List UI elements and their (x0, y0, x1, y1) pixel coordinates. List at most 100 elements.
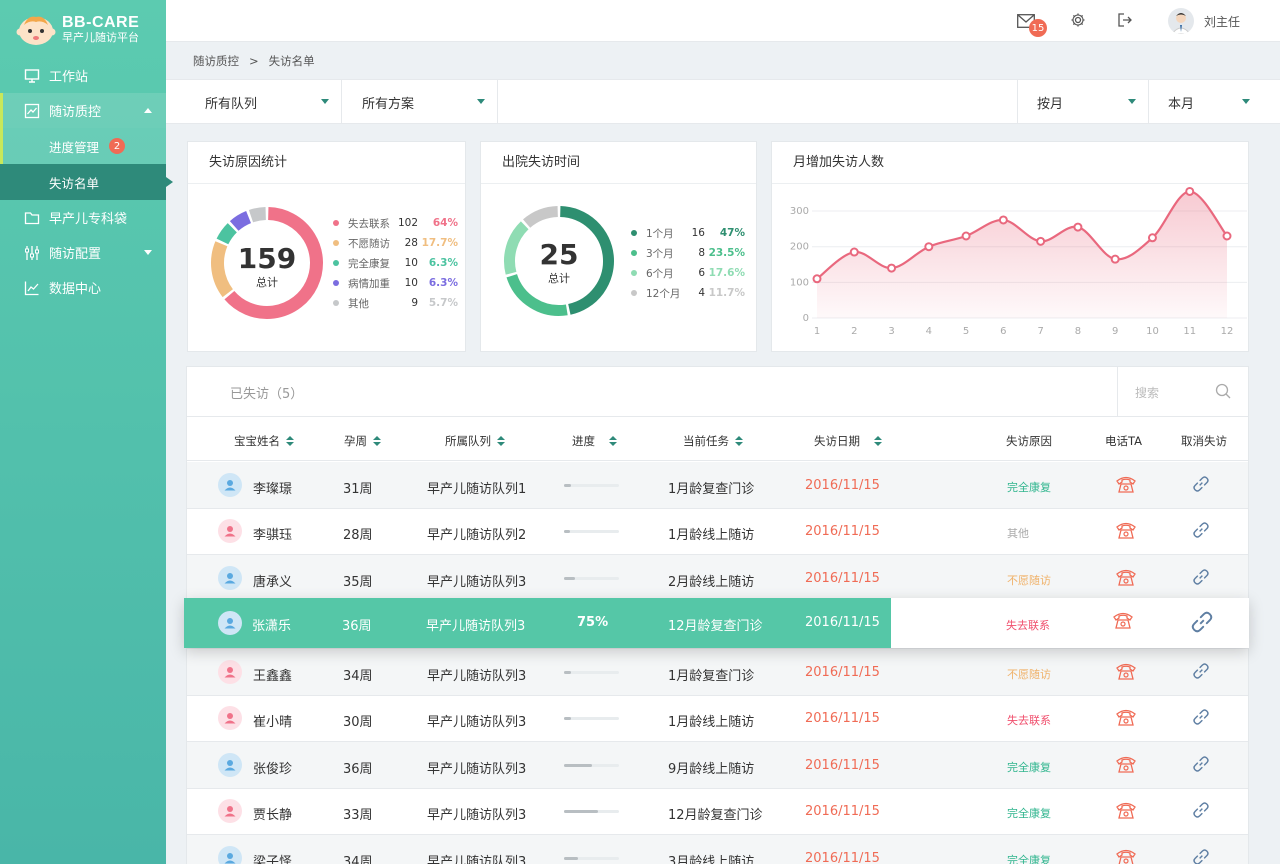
logout-icon[interactable] (1117, 12, 1135, 30)
sort-icon[interactable] (735, 436, 743, 447)
legend-dot (631, 270, 637, 276)
baby-name[interactable]: 贾长静 (253, 804, 292, 823)
plan-select[interactable]: 所有方案 (343, 80, 498, 124)
gear-icon[interactable] (1070, 12, 1088, 30)
sidebar-item-specialty-bag[interactable]: 早产儿专科袋 (0, 200, 166, 235)
baby-name[interactable]: 李骐珏 (253, 524, 292, 543)
link-icon[interactable] (1192, 848, 1210, 864)
phone-icon[interactable] (1116, 848, 1136, 864)
column-header-phone: 电话TA (1105, 434, 1142, 448)
table-row[interactable]: 王鑫鑫 34周 早产儿随访队列3 1月龄复查门诊 2016/11/15 不愿随访 (187, 649, 1248, 696)
link-icon[interactable] (1190, 610, 1214, 638)
period-select[interactable]: 本月 (1149, 80, 1262, 124)
brand[interactable]: BB-CARE 早产儿随访平台 (0, 0, 166, 58)
column-header-week[interactable]: 孕周 (344, 433, 381, 449)
monitor-icon (24, 68, 40, 84)
phone-icon[interactable] (1113, 611, 1133, 633)
sort-icon[interactable] (286, 436, 294, 447)
sidebar-item-data-center[interactable]: 数据中心 (0, 270, 166, 305)
topbar: 15 刘主任 (166, 0, 1280, 42)
sidebar-item-label: 失访名单 (49, 175, 100, 191)
sidebar-item-followup-qc[interactable]: 随访质控 (0, 93, 166, 128)
monthly-chart-card: 月增加失访人数 0 100 200 300 1 2 3 4 5 6 7 8 9 10 11 12 (771, 141, 1249, 352)
folder-icon (24, 210, 40, 226)
current-task: 1月龄线上随访 (668, 715, 755, 730)
breadcrumb: 随访质控 > 失访名单 (193, 53, 315, 69)
lost-reason: 完全康复 (1007, 854, 1051, 864)
mail-icon[interactable]: 15 (1017, 12, 1047, 37)
breadcrumb-parent[interactable]: 随访质控 (193, 54, 239, 68)
link-icon[interactable] (1192, 521, 1210, 543)
baby-name[interactable]: 唐承义 (253, 571, 292, 590)
cohort-select[interactable]: 所有队列 (186, 80, 342, 124)
discharge-legend: 1个月 16 47% 3个月 8 23.5% 6个月 6 17.6% 12个月 4 11.7% (631, 223, 745, 303)
baby-name[interactable]: 梁子怿 (253, 851, 292, 864)
period-type-select[interactable]: 按月 (1017, 80, 1149, 124)
user-menu[interactable]: 刘主任 (1168, 8, 1240, 34)
lost-reason: 失去联系 (1006, 619, 1050, 632)
legend-name: 12个月 (646, 287, 681, 300)
baby-name[interactable]: 崔小晴 (253, 711, 292, 730)
sidebar-subitem-progress[interactable]: 进度管理 2 (0, 128, 166, 164)
search-input[interactable]: 搜索 (1117, 367, 1248, 416)
cohort-name: 早产儿随访队列1 (427, 482, 527, 497)
lost-reason: 其他 (1007, 527, 1029, 540)
table-row[interactable]: 梁子怿 34周 早产儿随访队列3 3月龄线上随访 2016/11/15 完全康复 (187, 835, 1248, 864)
data-point (998, 215, 1008, 225)
sidebar-item-label: 随访配置 (49, 247, 102, 262)
baby-avatar-icon (218, 566, 242, 590)
phone-icon[interactable] (1116, 521, 1136, 543)
legend-name: 不愿随访 (348, 237, 390, 250)
donut-total-label: 总计 (256, 276, 278, 289)
phone-icon[interactable] (1116, 475, 1136, 497)
search-icon[interactable] (1215, 383, 1231, 399)
column-header-cohort[interactable]: 所属队列 (445, 433, 505, 449)
table-row[interactable]: 张潇乐 36周 早产儿随访队列3 75% 12月龄复查门诊 2016/11/15… (184, 598, 1249, 648)
baby-name[interactable]: 王鑫鑫 (253, 665, 292, 684)
phone-icon[interactable] (1116, 801, 1136, 823)
baby-name[interactable]: 张俊珍 (253, 758, 292, 777)
sidebar-subitem-lost-list[interactable]: 失访名单 (0, 164, 173, 200)
sidebar-item-config[interactable]: 随访配置 (0, 235, 166, 270)
link-icon[interactable] (1192, 662, 1210, 684)
table-row[interactable]: 李璨璟 31周 早产儿随访队列1 1月龄复查门诊 2016/11/15 完全康复 (187, 462, 1248, 509)
baby-avatar-icon (218, 799, 242, 823)
table-row[interactable]: 贾长静 33周 早产儿随访队列3 12月龄复查门诊 2016/11/15 完全康… (187, 788, 1248, 835)
link-icon[interactable] (1192, 755, 1210, 777)
sort-icon[interactable] (609, 436, 617, 447)
column-header-date[interactable]: 失访日期 (814, 433, 882, 449)
legend-name: 失去联系 (348, 217, 390, 230)
dropdown-arrow-icon (477, 99, 485, 104)
phone-icon[interactable] (1116, 708, 1136, 730)
phone-icon[interactable] (1116, 568, 1136, 590)
phone-icon[interactable] (1116, 662, 1136, 684)
sort-icon[interactable] (874, 436, 882, 447)
lost-reason: 完全康复 (1007, 761, 1051, 774)
phone-icon[interactable] (1116, 755, 1136, 777)
table-row[interactable]: 李骐珏 28周 早产儿随访队列2 1月龄线上随访 2016/11/15 其他 (187, 508, 1248, 555)
column-header-label: 当前任务 (683, 434, 729, 448)
table-row[interactable]: 崔小晴 30周 早产儿随访队列3 1月龄线上随访 2016/11/15 失去联系 (187, 695, 1248, 742)
baby-name[interactable]: 李璨璟 (253, 478, 292, 497)
column-header-task[interactable]: 当前任务 (683, 433, 743, 449)
x-tick-label: 5 (963, 326, 969, 337)
data-point (961, 231, 971, 241)
discharge-stats-card: 出院失访时间 25 总计 1个月 16 47% 3个月 8 23.5% 6个月 6 17.6% 1… (480, 141, 757, 352)
link-icon[interactable] (1192, 708, 1210, 730)
sort-icon[interactable] (497, 436, 505, 447)
table-row[interactable]: 唐承义 35周 早产儿随访队列3 2月龄线上随访 2016/11/15 不愿随访 (187, 555, 1248, 602)
lost-reason: 失去联系 (1007, 714, 1051, 727)
column-header-name[interactable]: 宝宝姓名 (234, 433, 294, 449)
link-icon[interactable] (1192, 475, 1210, 497)
sort-icon[interactable] (373, 436, 381, 447)
column-header-progress[interactable]: 进度 (572, 433, 617, 449)
link-icon[interactable] (1192, 568, 1210, 590)
baby-name[interactable]: 张潇乐 (252, 615, 291, 634)
breadcrumb-current: 失访名单 (268, 54, 315, 68)
sidebar-item-workstation[interactable]: 工作站 (0, 58, 166, 93)
table-row[interactable]: 张俊珍 36周 早产儿随访队列3 9月龄线上随访 2016/11/15 完全康复 (187, 742, 1248, 789)
legend-dot (333, 240, 339, 246)
column-header-label: 进度 (572, 434, 595, 448)
data-point (1147, 233, 1157, 243)
link-icon[interactable] (1192, 801, 1210, 823)
